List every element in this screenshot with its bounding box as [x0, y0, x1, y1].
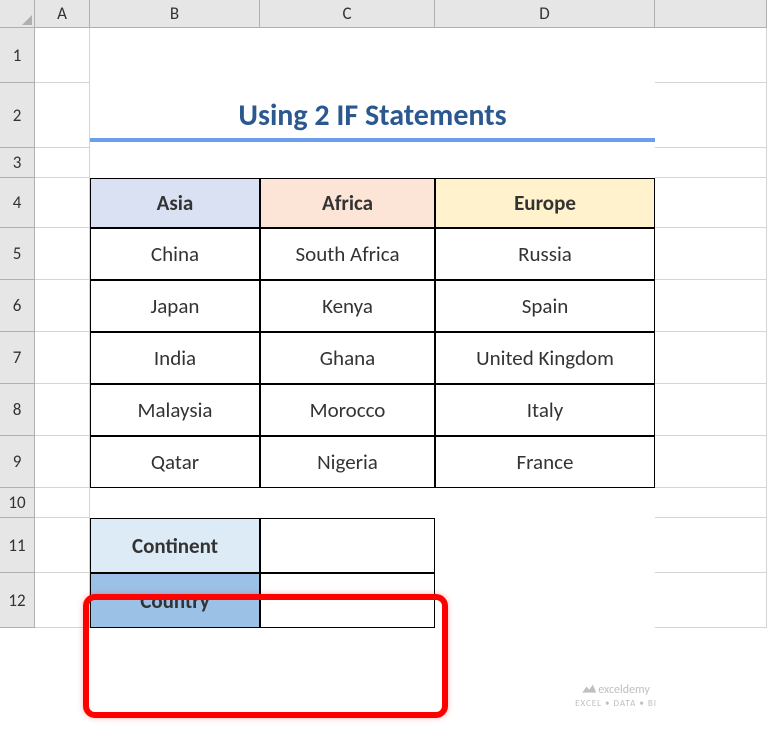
title-text: Using 2 IF Statements: [238, 97, 506, 134]
cell-E2[interactable]: [655, 83, 767, 148]
cell-A10[interactable]: [35, 488, 90, 518]
cell-A3[interactable]: [35, 148, 90, 178]
cell-D3[interactable]: [435, 148, 655, 178]
title-underline: [90, 138, 655, 142]
cell-E4[interactable]: [655, 178, 767, 228]
cell-C1[interactable]: [260, 28, 435, 83]
table-row[interactable]: India: [90, 332, 260, 384]
row-header-7[interactable]: 7: [0, 332, 35, 384]
table-row[interactable]: Qatar: [90, 436, 260, 488]
table-row[interactable]: China: [90, 228, 260, 280]
table-row[interactable]: Japan: [90, 280, 260, 332]
page-title[interactable]: Using 2 IF Statements: [90, 83, 655, 148]
cell-D11[interactable]: [435, 518, 655, 573]
cell-A6[interactable]: [35, 280, 90, 332]
table-header-asia[interactable]: Asia: [90, 178, 260, 228]
spreadsheet-grid: A B C D 1 2 Using 2 IF Statements 3 4 As…: [0, 0, 767, 628]
table-row[interactable]: France: [435, 436, 655, 488]
cell-A2[interactable]: [35, 83, 90, 148]
cell-B10[interactable]: [90, 488, 260, 518]
table-row[interactable]: Ghana: [260, 332, 435, 384]
cell-E1[interactable]: [655, 28, 767, 83]
cell-A5[interactable]: [35, 228, 90, 280]
cell-B3[interactable]: [90, 148, 260, 178]
watermark: exceldemy EXCEL • DATA • BI: [575, 683, 657, 710]
cell-E6[interactable]: [655, 280, 767, 332]
cell-C3[interactable]: [260, 148, 435, 178]
cell-A12[interactable]: [35, 573, 90, 628]
row-header-6[interactable]: 6: [0, 280, 35, 332]
table-row[interactable]: Nigeria: [260, 436, 435, 488]
row-header-2[interactable]: 2: [0, 83, 35, 148]
country-label[interactable]: Country: [90, 573, 260, 628]
cell-E11[interactable]: [655, 518, 767, 573]
col-header-A[interactable]: A: [35, 0, 90, 28]
row-header-3[interactable]: 3: [0, 148, 35, 178]
row-header-12[interactable]: 12: [0, 573, 35, 628]
watermark-tagline: EXCEL • DATA • BI: [575, 698, 657, 709]
col-header-B[interactable]: B: [90, 0, 260, 28]
watermark-brand: exceldemy: [598, 683, 650, 697]
select-all-corner[interactable]: [0, 0, 35, 28]
cell-E12[interactable]: [655, 573, 767, 628]
table-row[interactable]: Malaysia: [90, 384, 260, 436]
cell-E7[interactable]: [655, 332, 767, 384]
table-row[interactable]: Morocco: [260, 384, 435, 436]
col-header-C[interactable]: C: [260, 0, 435, 28]
table-row[interactable]: United Kingdom: [435, 332, 655, 384]
cell-E8[interactable]: [655, 384, 767, 436]
cell-D12[interactable]: [435, 573, 655, 628]
table-row[interactable]: Kenya: [260, 280, 435, 332]
cell-B1[interactable]: [90, 28, 260, 83]
cell-A1[interactable]: [35, 28, 90, 83]
row-header-9[interactable]: 9: [0, 436, 35, 488]
row-header-10[interactable]: 10: [0, 488, 35, 518]
cell-A11[interactable]: [35, 518, 90, 573]
continent-value[interactable]: [260, 518, 435, 573]
watermark-icon: [582, 683, 596, 693]
cell-A9[interactable]: [35, 436, 90, 488]
country-value[interactable]: [260, 573, 435, 628]
cell-D1[interactable]: [435, 28, 655, 83]
row-header-1[interactable]: 1: [0, 28, 35, 83]
row-header-11[interactable]: 11: [0, 518, 35, 573]
table-row[interactable]: South Africa: [260, 228, 435, 280]
cell-E10[interactable]: [655, 488, 767, 518]
table-row[interactable]: Italy: [435, 384, 655, 436]
row-header-8[interactable]: 8: [0, 384, 35, 436]
cell-D10[interactable]: [435, 488, 655, 518]
cell-E9[interactable]: [655, 436, 767, 488]
continent-label[interactable]: Continent: [90, 518, 260, 573]
cell-A7[interactable]: [35, 332, 90, 384]
table-header-europe[interactable]: Europe: [435, 178, 655, 228]
table-row[interactable]: Spain: [435, 280, 655, 332]
col-header-E[interactable]: [655, 0, 767, 28]
col-header-D[interactable]: D: [435, 0, 655, 28]
cell-A8[interactable]: [35, 384, 90, 436]
cell-A4[interactable]: [35, 178, 90, 228]
row-header-5[interactable]: 5: [0, 228, 35, 280]
cell-E3[interactable]: [655, 148, 767, 178]
cell-E5[interactable]: [655, 228, 767, 280]
row-header-4[interactable]: 4: [0, 178, 35, 228]
table-header-africa[interactable]: Africa: [260, 178, 435, 228]
table-row[interactable]: Russia: [435, 228, 655, 280]
cell-C10[interactable]: [260, 488, 435, 518]
